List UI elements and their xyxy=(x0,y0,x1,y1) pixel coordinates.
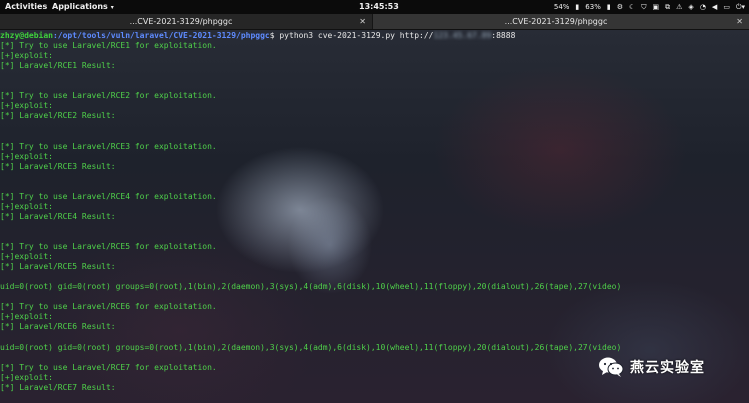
prompt-line: zhzy@debian:/opt/tools/vuln/laravel/CVE-… xyxy=(0,31,515,41)
prompt-user: zhzy@debian xyxy=(0,31,53,40)
applications-menu[interactable]: Applications ▾ xyxy=(52,0,114,15)
terminal-tab-bar: ...CVE-2021-3129/phpggc ✕ ...CVE-2021-31… xyxy=(0,14,749,30)
network-icon[interactable]: ⧉ xyxy=(665,0,670,14)
terminal-line: [+]exploit: xyxy=(0,372,53,382)
terminal-line: [+]exploit: xyxy=(0,151,53,161)
redacted-ip: 123.45.67.89 xyxy=(433,31,492,40)
terminal-output[interactable]: zhzy@debian:/opt/tools/vuln/laravel/CVE-… xyxy=(0,31,749,403)
close-icon[interactable]: ✕ xyxy=(736,14,743,29)
terminal-tab-2[interactable]: ...CVE-2021-3129/phpggc ✕ xyxy=(373,14,749,29)
terminal-line: [*] Laravel/RCE6 Result: xyxy=(0,322,116,332)
terminal-line: uid=0(root) gid=0(root) groups=0(root),1… xyxy=(0,342,622,352)
system-tray: 54% ▮ 63% ▮ ⚙ ☾ ⛉ ▣ ⧉ ⚠ ◈ ◔ ◀ ▭ ⏻▾ xyxy=(554,0,745,14)
clipboard-icon[interactable]: ▣ xyxy=(653,0,660,14)
prompt-port: :8888 xyxy=(491,31,516,40)
watermark: 燕云实验室 xyxy=(598,356,705,378)
volume-icon[interactable]: ◀ xyxy=(712,0,717,14)
terminal-line: [*] Try to use Laravel/RCE4 for exploita… xyxy=(0,191,217,201)
terminal-line: [*] Laravel/RCE3 Result: xyxy=(0,161,116,171)
terminal-line: [*] Try to use Laravel/RCE7 for exploita… xyxy=(0,362,217,372)
tab-title: ...CVE-2021-3129/phpggc xyxy=(129,17,233,26)
terminal-line: [+]exploit: xyxy=(0,201,53,211)
terminal-line: [*] Try to use Laravel/RCE6 for exploita… xyxy=(0,302,217,312)
terminal-line: [*] Laravel/RCE2 Result: xyxy=(0,111,116,121)
terminal-line: [*] Try to use Laravel/RCE5 for exploita… xyxy=(0,242,217,252)
terminal-line: [*] Laravel/RCE1 Result: xyxy=(0,61,116,71)
terminal-line: [+]exploit: xyxy=(0,51,53,61)
terminal-line: uid=0(root) gid=0(root) groups=0(root),1… xyxy=(0,282,622,292)
activities-button[interactable]: Activities xyxy=(5,0,47,14)
battery-icon-2: ▮ xyxy=(606,3,611,11)
top-bar: Activities Applications ▾ 13:45:53 54% ▮ … xyxy=(0,0,749,14)
terminal-line: [*] Try to use Laravel/RCE1 for exploita… xyxy=(0,41,217,51)
battery-status-icon[interactable]: ▭ xyxy=(723,0,730,14)
caret-down-icon: ▾ xyxy=(110,4,114,11)
watermark-text: 燕云实验室 xyxy=(630,360,705,376)
applications-label: Applications xyxy=(52,2,108,11)
battery-icon: ▮ xyxy=(575,3,580,11)
terminal-line: [+]exploit: xyxy=(0,101,53,111)
terminal-line: [*] Try to use Laravel/RCE3 for exploita… xyxy=(0,141,217,151)
terminal-line: [*] Laravel/RCE5 Result: xyxy=(0,262,116,272)
wechat-icon xyxy=(599,357,624,377)
tab-title: ...CVE-2021-3129/phpggc xyxy=(504,17,608,26)
terminal-line: [*] Try to use Laravel/RCE2 for exploita… xyxy=(0,91,217,101)
battery-percent-1: 54% xyxy=(553,3,570,11)
terminal-line: [+]exploit: xyxy=(0,252,53,262)
terminal-line: [*] Laravel/RCE4 Result: xyxy=(0,211,116,221)
moon-icon[interactable]: ☾ xyxy=(629,0,635,14)
shield-icon[interactable]: ⛉ xyxy=(641,0,646,14)
wifi-icon[interactable]: ◔ xyxy=(700,0,706,14)
terminal-line: [+]exploit: xyxy=(0,312,53,322)
terminal-tab-1[interactable]: ...CVE-2021-3129/phpggc ✕ xyxy=(0,14,373,29)
terminal-line: [*] Laravel/RCE7 Result: xyxy=(0,382,116,392)
chat-icon[interactable]: ◈ xyxy=(688,0,693,14)
power-menu-icon[interactable]: ⏻▾ xyxy=(736,0,745,14)
battery-percent-2: 63% xyxy=(585,3,601,11)
steam-icon[interactable]: ⚙ xyxy=(617,0,623,14)
clock[interactable]: 13:45:53 xyxy=(359,0,399,14)
prompt-command: $ python3 cve-2021-3129.py http:// xyxy=(269,31,434,40)
alert-icon[interactable]: ⚠ xyxy=(676,0,682,14)
prompt-path: :/opt/tools/vuln/laravel/CVE-2021-3129/p… xyxy=(52,31,270,40)
